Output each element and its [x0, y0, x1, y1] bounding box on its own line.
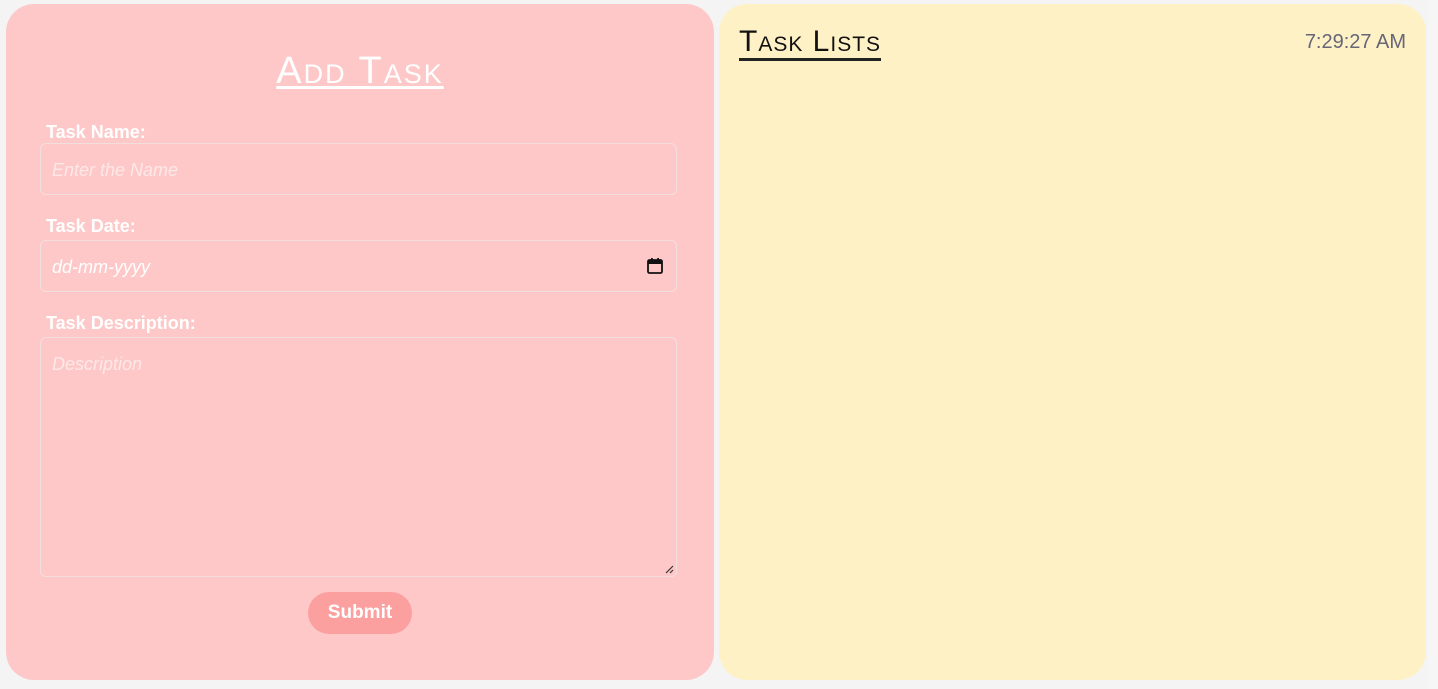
calendar-icon[interactable]	[646, 257, 664, 275]
task-description-textarea[interactable]: Description	[40, 337, 677, 577]
task-date-label: Task Date:	[46, 216, 136, 236]
task-name-input[interactable]: Enter the Name	[40, 143, 677, 195]
task-lists-title: Task Lists	[739, 27, 882, 61]
app-root: Add Task Task Name: Enter the Name Task …	[0, 0, 1438, 689]
task-description-label: Task Description:	[46, 313, 196, 333]
add-task-title: Add Task	[276, 50, 444, 92]
task-name-placeholder: Enter the Name	[52, 160, 179, 180]
submit-button[interactable]: Submit	[308, 592, 412, 634]
task-date-value: dd-mm-yyyy	[52, 257, 150, 277]
task-lists-panel: Task Lists 7:29:27 AM	[719, 4, 1426, 680]
add-task-panel: Add Task Task Name: Enter the Name Task …	[6, 4, 714, 680]
task-description-placeholder: Description	[52, 354, 143, 374]
task-date-input[interactable]: dd-mm-yyyy	[40, 240, 677, 292]
clock-display: 7:29:27 AM	[1304, 31, 1406, 53]
task-name-label: Task Name:	[46, 122, 146, 142]
resize-grip-icon[interactable]	[664, 564, 674, 574]
window-scrollbar[interactable]	[1428, 0, 1438, 689]
